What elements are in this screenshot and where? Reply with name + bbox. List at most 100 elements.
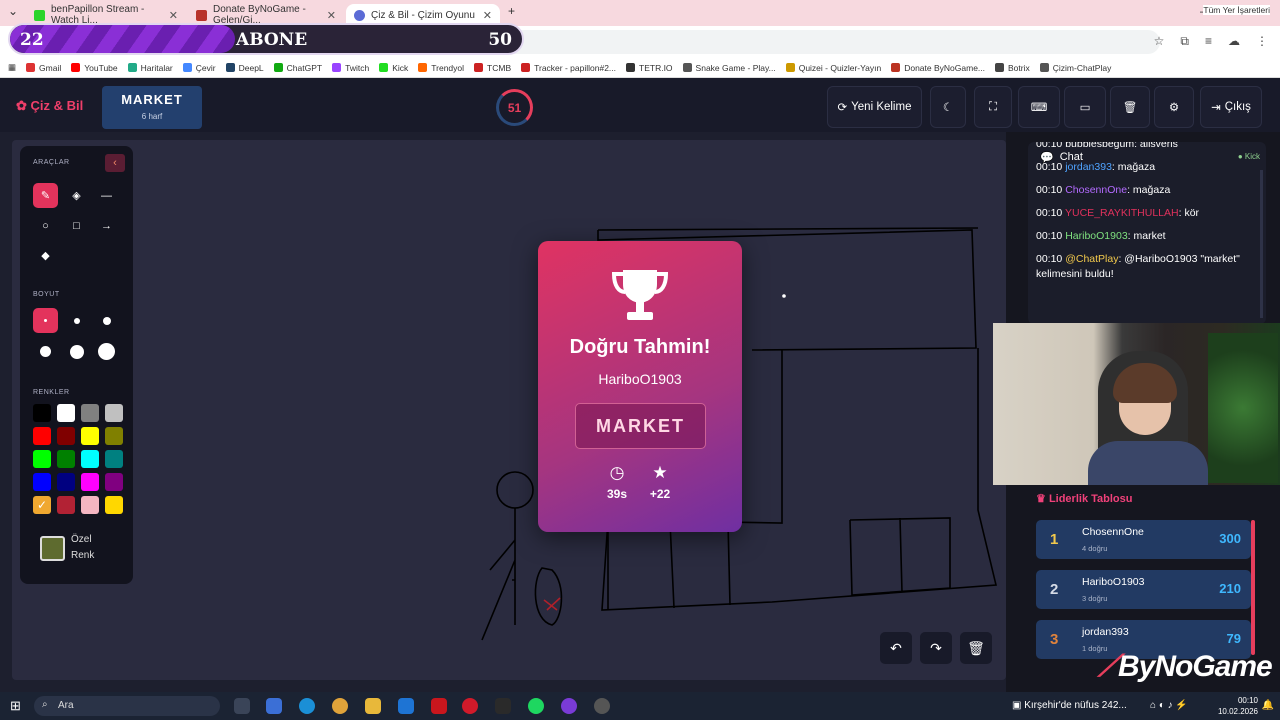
message-user[interactable]: YUCE_RAYKITHULLAH bbox=[1065, 207, 1179, 219]
netflix-icon[interactable] bbox=[431, 698, 447, 714]
apps-grid-icon[interactable]: ▦ bbox=[8, 62, 16, 73]
color-swatch[interactable] bbox=[81, 473, 99, 491]
color-swatch[interactable] bbox=[57, 404, 75, 422]
obs-studio-icon[interactable] bbox=[594, 698, 610, 714]
color-swatch[interactable] bbox=[57, 473, 75, 491]
color-swatch[interactable] bbox=[81, 496, 99, 514]
leaderboard-scrollbar[interactable] bbox=[1251, 520, 1255, 655]
size-option-6[interactable] bbox=[94, 339, 119, 364]
bookmark-item[interactable]: Twitch bbox=[332, 63, 369, 73]
color-swatch[interactable] bbox=[105, 496, 123, 514]
close-icon[interactable]: ✕ bbox=[327, 9, 336, 22]
color-swatch[interactable] bbox=[105, 450, 123, 468]
bookmark-item[interactable]: Botrix bbox=[995, 63, 1030, 73]
bookmark-item[interactable]: TETR.IO bbox=[626, 63, 673, 73]
trash-button[interactable]: 🗑 bbox=[1110, 86, 1150, 128]
close-icon[interactable]: ✕ bbox=[169, 9, 178, 22]
color-swatch[interactable] bbox=[57, 427, 75, 445]
bookmark-item[interactable]: Donate ByNoGame... bbox=[891, 63, 985, 73]
capcut-icon[interactable] bbox=[495, 698, 511, 714]
redo-button[interactable]: ↷ bbox=[920, 632, 952, 664]
archive-button[interactable]: ▭ bbox=[1064, 86, 1106, 128]
theme-toggle-button[interactable]: ☾ bbox=[930, 86, 966, 128]
bookmark-item[interactable]: DeepL bbox=[225, 63, 264, 73]
color-swatch[interactable] bbox=[81, 404, 99, 422]
brush-tool[interactable]: ✎ bbox=[33, 183, 58, 208]
exit-button[interactable]: ⇥ Çıkış bbox=[1200, 86, 1262, 128]
size-option-1[interactable] bbox=[33, 308, 58, 333]
fill-tool[interactable]: ◆ bbox=[33, 243, 58, 268]
bookmark-item[interactable]: ChatGPT bbox=[273, 63, 322, 73]
task-view-icon[interactable] bbox=[234, 698, 250, 714]
menu-icon[interactable]: ⋮ bbox=[1256, 34, 1268, 49]
color-swatch[interactable] bbox=[33, 450, 51, 468]
bookmark-item[interactable]: Haritalar bbox=[127, 63, 173, 73]
system-tray-icons[interactable]: ⌂ ◐ ♪ ⚡ bbox=[1150, 700, 1188, 711]
new-word-button[interactable]: ⟳ Yeni Kelime bbox=[827, 86, 922, 128]
size-option-4[interactable] bbox=[33, 339, 58, 364]
bookmark-item[interactable]: Çizim-ChatPlay bbox=[1039, 63, 1111, 73]
eraser-tool[interactable]: ◈ bbox=[64, 183, 89, 208]
circle-tool[interactable]: ○ bbox=[33, 213, 58, 238]
bookmark-item[interactable]: TCMB bbox=[474, 63, 511, 73]
bookmark-item[interactable]: Gmail bbox=[26, 63, 61, 73]
bookmark-item[interactable]: Tracker - papillon#2... bbox=[521, 63, 616, 73]
keyboard-button[interactable]: ⌨ bbox=[1018, 86, 1060, 128]
fullscreen-button[interactable]: ⛶ bbox=[974, 86, 1012, 128]
extensions-icon[interactable]: ⧉ bbox=[1180, 34, 1189, 49]
settings-button[interactable]: ⚙ bbox=[1154, 86, 1194, 128]
color-swatch[interactable] bbox=[33, 473, 51, 491]
size-option-5[interactable] bbox=[64, 339, 89, 364]
opera-icon[interactable] bbox=[462, 698, 478, 714]
bookmark-item[interactable]: YouTube bbox=[71, 63, 118, 73]
notification-icon[interactable]: 🔔 bbox=[1262, 700, 1274, 711]
line-tool[interactable]: — bbox=[94, 183, 119, 208]
color-swatch[interactable] bbox=[81, 427, 99, 445]
tab-search-icon[interactable]: ⌄ bbox=[8, 4, 18, 18]
close-icon[interactable]: ✕ bbox=[483, 9, 492, 22]
bookmark-item[interactable]: Quizei - Quizler-Yayın bbox=[785, 63, 881, 73]
clear-canvas-button[interactable]: 🗑 bbox=[960, 632, 992, 664]
color-swatch[interactable] bbox=[81, 450, 99, 468]
copilot-icon[interactable] bbox=[266, 698, 282, 714]
rectangle-tool[interactable]: □ bbox=[64, 213, 89, 238]
color-swatch[interactable] bbox=[57, 496, 75, 514]
message-user[interactable]: HariboO1903 bbox=[1065, 230, 1127, 242]
profile-icon[interactable]: ☁ bbox=[1228, 34, 1240, 49]
bookmark-item[interactable]: Trendyol bbox=[418, 63, 464, 73]
color-swatch[interactable] bbox=[33, 427, 51, 445]
news-widget[interactable]: ▣ Kırşehir'de nüfus 242... bbox=[1012, 700, 1127, 711]
undo-button[interactable]: ↶ bbox=[880, 632, 912, 664]
chat-scrollbar[interactable] bbox=[1260, 170, 1263, 318]
custom-color-swatch[interactable] bbox=[40, 536, 65, 561]
drawing-canvas[interactable] bbox=[12, 140, 1006, 680]
windows-start-icon[interactable]: ⊞ bbox=[10, 698, 21, 714]
color-swatch[interactable] bbox=[33, 404, 51, 422]
bookmark-item[interactable]: Kick bbox=[379, 63, 408, 73]
system-clock[interactable]: 00:10 10.02.2026 bbox=[1218, 695, 1258, 717]
mail-icon[interactable] bbox=[398, 698, 414, 714]
color-swatch[interactable] bbox=[105, 473, 123, 491]
file-explorer-icon[interactable] bbox=[365, 698, 381, 714]
message-user[interactable]: @ChatPlay bbox=[1065, 253, 1118, 265]
taskbar-search[interactable]: ⌕ Ara bbox=[34, 696, 220, 716]
edge-icon[interactable] bbox=[299, 698, 315, 714]
bookmark-item[interactable]: Snake Game - Play... bbox=[682, 63, 776, 73]
obs-app-icon[interactable] bbox=[561, 698, 577, 714]
size-option-2[interactable] bbox=[64, 308, 89, 333]
arrow-tool[interactable]: → bbox=[94, 213, 119, 238]
new-tab-icon[interactable]: + bbox=[508, 4, 515, 18]
color-swatch[interactable] bbox=[57, 450, 75, 468]
bookmark-item[interactable]: Çevir bbox=[182, 63, 216, 73]
all-bookmarks[interactable]: Tüm Yer İşaretleri bbox=[1203, 5, 1270, 15]
spotify-icon[interactable] bbox=[528, 698, 544, 714]
message-user[interactable]: jordan393 bbox=[1065, 161, 1112, 173]
color-swatch[interactable]: ✓ bbox=[33, 496, 51, 514]
collapse-panel-button[interactable]: ‹ bbox=[105, 154, 125, 172]
size-option-3[interactable] bbox=[94, 308, 119, 333]
message-user[interactable]: ChosennOne bbox=[1065, 184, 1127, 196]
color-swatch[interactable] bbox=[105, 427, 123, 445]
color-swatch[interactable] bbox=[105, 404, 123, 422]
media-icon[interactable]: ≡ bbox=[1205, 34, 1212, 49]
message-user[interactable]: bubblesbegum bbox=[1065, 142, 1134, 150]
